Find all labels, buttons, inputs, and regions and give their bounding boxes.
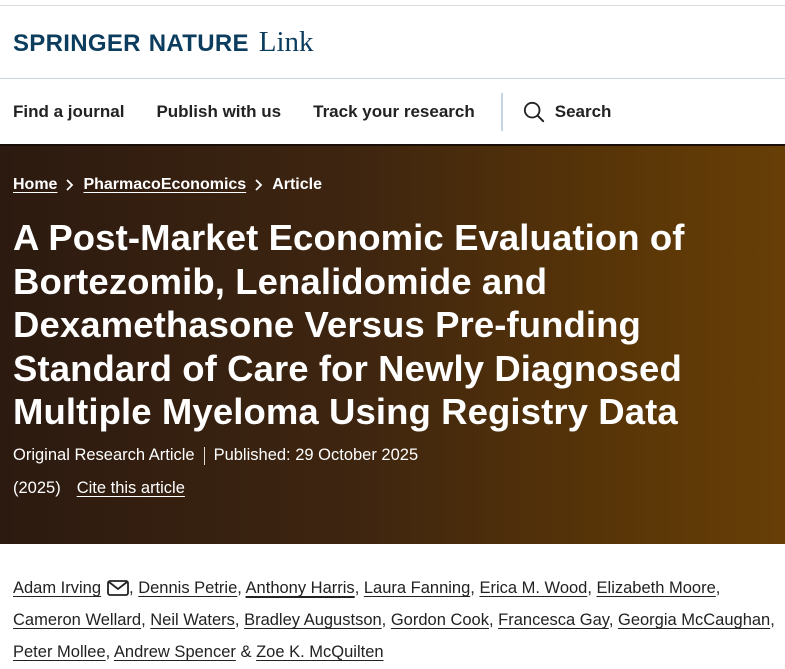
author-separator: & (235, 643, 257, 661)
author-separator: , (488, 611, 499, 629)
search-label: Search (554, 102, 612, 121)
chevron-right-icon (65, 179, 75, 191)
article-title: A Post-Market Economic Evaluation of Bor… (13, 217, 685, 432)
springer-nature-link-logo[interactable]: SPRINGER NATURE Link (13, 26, 314, 59)
author-link[interactable]: Georgia McCaughan (618, 611, 770, 629)
author-separator: , (234, 611, 245, 629)
author-list: Adam Irving, Dennis Petrie, Anthony Harr… (13, 572, 778, 668)
author-separator: , (354, 579, 364, 597)
author-link[interactable]: Gordon Cook (391, 611, 489, 629)
nav-divider (500, 93, 503, 131)
author-link[interactable]: Francesca Gay (498, 611, 609, 629)
author-separator: , (770, 611, 775, 629)
author-separator: , (608, 611, 618, 629)
main-nav: Find a journal Publish with us Track you… (0, 80, 785, 144)
logo-brand-springer: SPRINGER (13, 30, 141, 57)
author-link[interactable]: Neil Waters (150, 611, 235, 629)
author-separator: , (381, 611, 391, 629)
author-separator: , (587, 579, 597, 597)
breadcrumb-journal[interactable]: PharmacoEconomics (83, 176, 246, 194)
nav-find-journal[interactable]: Find a journal (13, 102, 124, 122)
chevron-right-icon (254, 179, 264, 191)
site-header: SPRINGER NATURE Link (0, 7, 785, 79)
article-meta-secondary: (2025) Cite this article (13, 479, 185, 498)
author-link[interactable]: Anthony Harris (246, 579, 355, 597)
article-year: (2025) (13, 479, 61, 497)
nav-publish-with-us[interactable]: Publish with us (156, 102, 281, 122)
author-link[interactable]: Adam Irving (13, 579, 101, 597)
author-link[interactable]: Elizabeth Moore (597, 579, 716, 597)
email-icon[interactable] (107, 580, 129, 596)
search-button[interactable]: Search (523, 101, 612, 123)
nav-track-research[interactable]: Track your research (313, 102, 475, 122)
cite-this-article-link[interactable]: Cite this article (77, 479, 185, 498)
author-link[interactable]: Dennis Petrie (138, 579, 237, 597)
meta-divider (203, 446, 205, 465)
author-link[interactable]: Erica M. Wood (479, 579, 587, 597)
logo-link-word: Link (258, 26, 314, 58)
author-separator: , (237, 579, 246, 597)
logo-brand-nature: NATURE (148, 30, 249, 57)
author-link[interactable]: Zoe K. McQuilten (256, 643, 383, 661)
top-strip (0, 0, 785, 6)
article-meta: Original Research Article Published: 29 … (13, 446, 418, 465)
author-separator: , (715, 579, 721, 597)
article-type: Original Research Article (13, 446, 195, 464)
author-separator: , (141, 611, 151, 629)
breadcrumb-current: Article (272, 176, 322, 193)
author-separator: , (105, 643, 114, 661)
search-icon (523, 101, 544, 123)
author-link[interactable]: Andrew Spencer (114, 643, 236, 661)
breadcrumb-home[interactable]: Home (13, 176, 57, 194)
author-link[interactable]: Bradley Augustson (244, 611, 382, 629)
logo-brand: SPRINGER NATURE (13, 30, 249, 58)
author-link[interactable]: Laura Fanning (364, 579, 470, 597)
article-hero: Home PharmacoEconomics Article A Post-Ma… (0, 144, 785, 544)
breadcrumb: Home PharmacoEconomics Article (13, 176, 322, 194)
published-date: Published: 29 October 2025 (213, 446, 419, 464)
author-separator: , (129, 579, 139, 597)
author-link[interactable]: Cameron Wellard (13, 611, 141, 629)
author-link[interactable]: Peter Mollee (13, 643, 106, 661)
